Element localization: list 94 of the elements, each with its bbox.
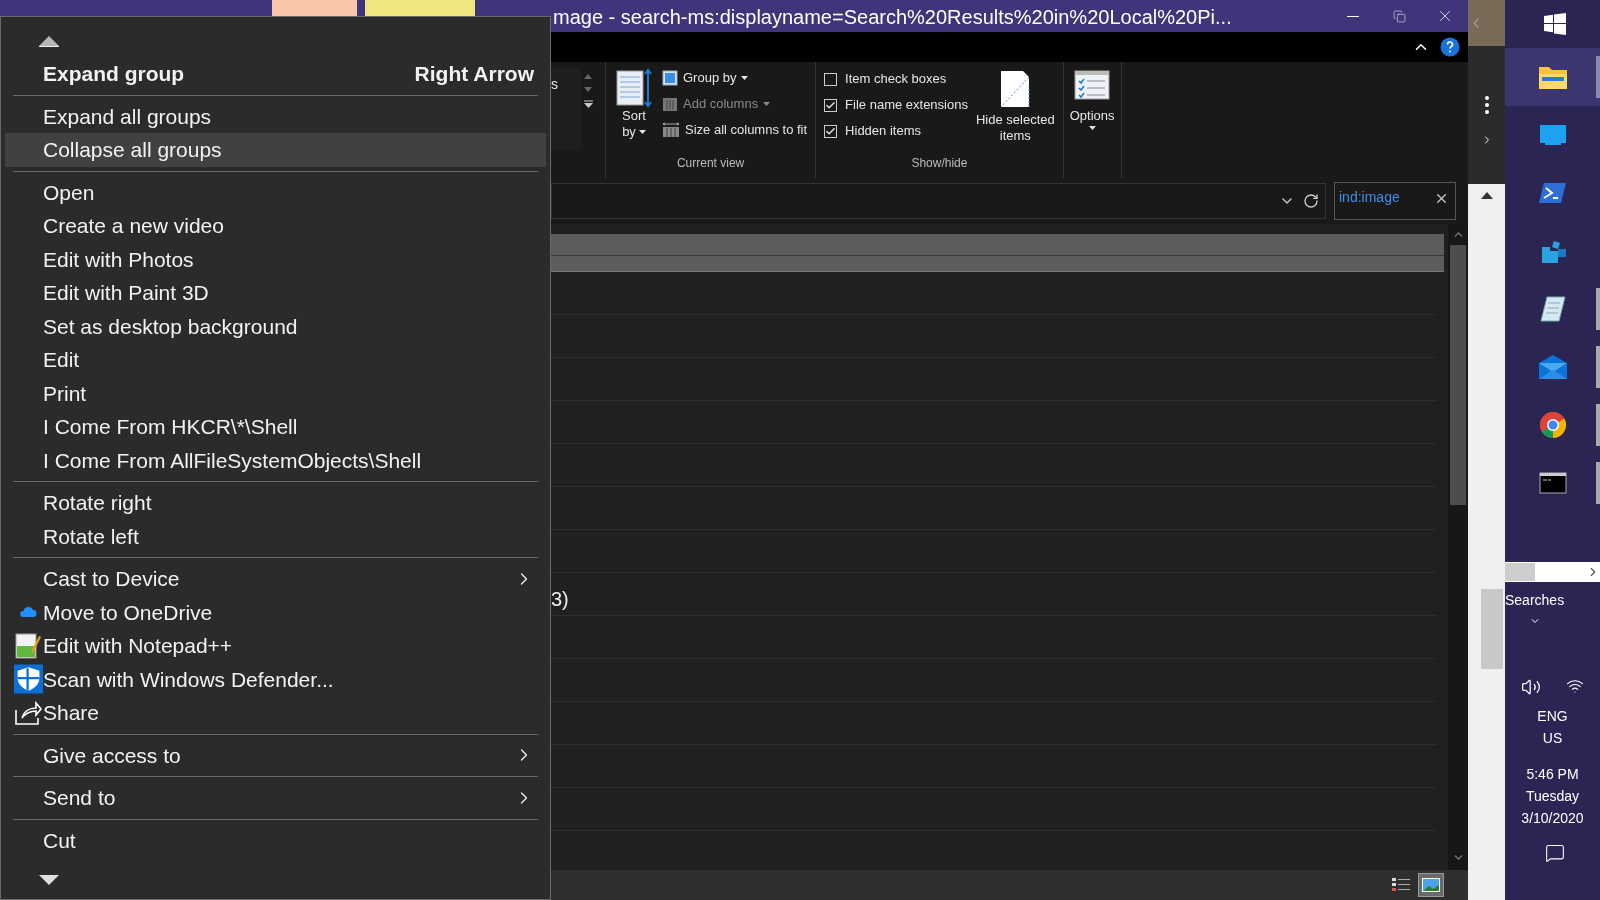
taskbar-app[interactable] <box>1505 48 1600 106</box>
checkbox-option[interactable]: Hidden items <box>824 122 968 140</box>
scroll-down-icon[interactable] <box>39 875 59 885</box>
mail-icon <box>1537 354 1568 380</box>
hide-selected-button[interactable]: Hide selected items <box>975 70 1055 154</box>
menu-item[interactable]: I Come From AllFileSystemObjects\Shell <box>5 443 546 477</box>
minimize-icon <box>1347 15 1359 17</box>
caret-icon <box>638 130 646 134</box>
running-indicator <box>1596 462 1600 504</box>
share-icon <box>14 699 42 726</box>
options-button[interactable]: Options <box>1069 62 1115 130</box>
checkbox[interactable] <box>824 124 838 138</box>
checkbox[interactable] <box>824 98 838 112</box>
columns-icon <box>662 96 678 112</box>
menu-item[interactable]: Create a new video <box>5 209 546 243</box>
menu-item[interactable]: Print <box>5 376 546 410</box>
window-title: mage - search-ms:displayname=Search%20Results%20in%20Local%20Pi... <box>553 5 1232 30</box>
clear-search-icon[interactable] <box>1434 191 1449 206</box>
group-by-icon <box>662 70 678 86</box>
group-label: 3) <box>551 587 569 612</box>
menu-item[interactable]: Cut <box>5 823 546 857</box>
folder-icon <box>1537 64 1568 90</box>
ribbon-command[interactable]: Size all columns to fit <box>662 120 808 140</box>
caret-icon <box>741 76 749 80</box>
help-icon[interactable] <box>1440 37 1460 57</box>
windows-logo-icon[interactable] <box>1543 13 1566 35</box>
more-icon[interactable] <box>1484 96 1489 114</box>
group-label: Current view <box>675 155 746 172</box>
menu-item[interactable]: Edit with Paint 3D <box>5 276 546 310</box>
ribbon-command[interactable]: Group by <box>662 68 808 88</box>
checkbox-option[interactable]: Item check boxes <box>824 70 968 88</box>
gallery-up-icon[interactable] <box>584 74 592 79</box>
menu-item[interactable]: Cast to Device <box>5 562 546 596</box>
scrollbar-thumb[interactable] <box>1450 245 1466 505</box>
menu-item[interactable]: I Come From HKCR\*\Shell <box>5 410 546 444</box>
scrollbar-thumb[interactable] <box>1480 589 1503 669</box>
gallery-expand-icon[interactable] <box>583 100 593 109</box>
view-button[interactable] <box>1418 873 1444 897</box>
search-field[interactable]: ind:image <box>1334 182 1456 220</box>
menu-item[interactable]: Rotate left <box>5 519 546 553</box>
layout-gallery[interactable]: s <box>551 68 581 150</box>
menu-item[interactable]: Edit with Notepad++ <box>5 629 546 663</box>
running-indicator <box>1596 56 1600 98</box>
running-indicator <box>1596 288 1600 330</box>
scroll-up-icon[interactable] <box>1480 192 1493 199</box>
menu-item[interactable]: Collapse all groups <box>5 133 546 167</box>
menu-item[interactable]: Rotate right <box>5 486 546 520</box>
options-icon <box>1074 70 1111 100</box>
group-label: Show/hide <box>910 155 969 172</box>
vertical-scrollbar[interactable] <box>1448 224 1468 870</box>
restore-icon <box>1392 9 1406 23</box>
running-indicator <box>1596 346 1600 388</box>
running-indicator <box>1596 404 1600 446</box>
cloud-icon <box>19 606 37 619</box>
scroll-up-icon[interactable] <box>39 36 59 47</box>
landscape-icon <box>1422 878 1440 892</box>
checkbox-option[interactable]: File name extensions <box>824 96 968 114</box>
details-view-icon <box>1392 878 1410 892</box>
language-indicator[interactable]: ENG US <box>1505 705 1600 749</box>
caret-icon <box>763 102 771 106</box>
menu-item[interactable]: Open <box>5 175 546 209</box>
caret-icon <box>1088 125 1096 130</box>
fit-columns-icon <box>662 122 680 138</box>
menu-item[interactable]: Edit with Photos <box>5 242 546 276</box>
shield-icon <box>13 664 43 695</box>
group-header[interactable] <box>551 234 1444 272</box>
gallery-down-icon[interactable] <box>584 87 592 92</box>
scrollbar-thumb[interactable] <box>1505 563 1535 581</box>
menu-item[interactable]: Give access to <box>5 738 546 772</box>
notepad-icon <box>15 631 41 660</box>
menu-item[interactable]: Share <box>5 696 546 730</box>
chrome-icon <box>1538 411 1567 439</box>
menu-item[interactable]: Scan with Windows Defender... <box>5 662 546 696</box>
checkbox[interactable] <box>824 72 838 86</box>
searches-label: Searches <box>1505 591 1566 610</box>
terminal-icon <box>1538 472 1567 494</box>
notepad-icon <box>1538 295 1567 323</box>
powershell-icon <box>1538 182 1567 204</box>
sort-by-button[interactable]: Sort by <box>614 68 654 154</box>
refresh-icon[interactable] <box>1303 193 1319 209</box>
clock[interactable]: 5:46 PM Tuesday 3/10/2020 <box>1505 763 1600 829</box>
menu-item[interactable]: Move to OneDrive <box>5 595 546 629</box>
hide-page-icon <box>1000 70 1031 108</box>
sort-icon <box>616 68 652 108</box>
menu-item[interactable]: Expand all groups <box>5 99 546 133</box>
menu-item[interactable]: Edit <box>5 343 546 377</box>
notification-icon[interactable] <box>1544 843 1565 863</box>
side-scrollbar[interactable] <box>1468 184 1505 900</box>
menu-item[interactable]: Send to <box>5 781 546 815</box>
horizontal-scrollbar[interactable] <box>1505 562 1600 582</box>
volume-icon[interactable] <box>1521 677 1542 697</box>
menu-item[interactable]: Set as desktop background <box>5 309 546 343</box>
menu-item[interactable]: Expand group Right Arrow <box>5 57 546 91</box>
screen-icon <box>1538 124 1567 146</box>
